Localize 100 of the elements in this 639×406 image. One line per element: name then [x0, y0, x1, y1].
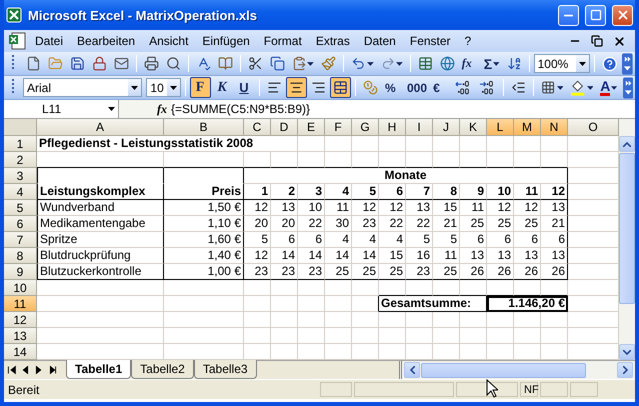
- menu-item[interactable]: ?: [458, 32, 478, 50]
- row-header[interactable]: 2: [4, 152, 37, 168]
- column-header[interactable]: G: [352, 119, 379, 136]
- row-header[interactable]: 11: [4, 296, 37, 312]
- number-format-button[interactable]: %: [382, 77, 403, 98]
- minimize-button[interactable]: [558, 4, 579, 26]
- scroll-left-button[interactable]: [404, 362, 420, 378]
- workbook-icon[interactable]: [8, 32, 28, 50]
- column-header[interactable]: O: [568, 119, 619, 136]
- bold-button[interactable]: F: [190, 77, 211, 98]
- table-cell: [325, 280, 352, 296]
- table-cell: 10: [298, 200, 325, 216]
- underline-button[interactable]: U: [234, 77, 255, 98]
- italic-button[interactable]: K: [212, 77, 233, 98]
- column-header[interactable]: N: [541, 119, 568, 136]
- number-format-button[interactable]: 000: [404, 77, 430, 98]
- table-cell: 22: [406, 216, 433, 232]
- status-indicator: NF: [520, 382, 538, 397]
- row-header[interactable]: 5: [4, 200, 37, 216]
- row-header[interactable]: 4: [4, 184, 37, 200]
- menu-item[interactable]: Format: [256, 32, 309, 50]
- number-format-button[interactable]: €: [430, 77, 452, 98]
- font-color-button[interactable]: A: [597, 77, 620, 98]
- table-cell: 11: [325, 200, 352, 216]
- column-header[interactable]: A: [37, 119, 164, 136]
- toolbar-grip-icon[interactable]: [12, 52, 15, 72]
- table-cell: 12: [244, 248, 271, 264]
- row-header[interactable]: 8: [4, 248, 37, 264]
- table-cell: Wundverband: [37, 200, 164, 216]
- column-header[interactable]: J: [433, 119, 460, 136]
- toolbar-options-icon[interactable]: [622, 76, 633, 98]
- sheet-tab[interactable]: Tabelle2: [131, 360, 194, 379]
- sheet-tab[interactable]: Tabelle3: [194, 360, 257, 379]
- menu-item[interactable]: Bearbeiten: [70, 32, 142, 50]
- column-header[interactable]: L: [487, 119, 514, 136]
- align-center-button[interactable]: [286, 77, 307, 98]
- table-cell: [352, 280, 379, 296]
- toolbar-options-icon[interactable]: [622, 52, 634, 74]
- column-header[interactable]: E: [298, 119, 325, 136]
- close-icon[interactable]: [613, 34, 626, 48]
- restore-icon[interactable]: [591, 35, 603, 47]
- table-cell: 5: [406, 232, 433, 248]
- vertical-scrollbar[interactable]: [619, 119, 635, 360]
- status-panel: [570, 382, 598, 397]
- column-header[interactable]: K: [460, 119, 487, 136]
- table-cell: 23: [244, 264, 271, 280]
- clipboard-icon: [292, 56, 306, 71]
- row-header[interactable]: 7: [4, 232, 37, 248]
- column-header[interactable]: F: [325, 119, 352, 136]
- table-cell: 7: [406, 184, 433, 200]
- function-button[interactable]: fx: [458, 53, 480, 74]
- row-header[interactable]: 3: [4, 168, 37, 184]
- column-header[interactable]: M: [514, 119, 541, 136]
- menu-item[interactable]: Datei: [28, 32, 70, 50]
- sheet-tab[interactable]: Tabelle1: [66, 360, 132, 379]
- table-cell: 5: [352, 184, 379, 200]
- menu-item[interactable]: Daten: [356, 32, 403, 50]
- table-cell: 13: [460, 248, 487, 264]
- row-header[interactable]: 1: [4, 136, 37, 152]
- close-button[interactable]: [612, 4, 633, 26]
- column-header[interactable]: I: [406, 119, 433, 136]
- row-header[interactable]: 6: [4, 216, 37, 232]
- table-cell: 25: [433, 264, 460, 280]
- grid-icon: [541, 80, 556, 95]
- menu-item[interactable]: Extras: [308, 32, 357, 50]
- autosum-button[interactable]: Σ: [480, 53, 503, 74]
- column-header[interactable]: H: [379, 119, 406, 136]
- table-cell: 14: [352, 248, 379, 264]
- toolbar-grip-icon[interactable]: [12, 76, 15, 96]
- column-header[interactable]: D: [271, 119, 298, 136]
- column-header[interactable]: C: [244, 119, 271, 136]
- zoom-dropdown[interactable]: 100%: [534, 54, 590, 73]
- row-header[interactable]: 9: [4, 264, 37, 280]
- font-size-dropdown[interactable]: 10: [146, 78, 181, 97]
- table-cell: [406, 312, 433, 328]
- row-header[interactable]: 12: [4, 312, 37, 328]
- merge-center-button[interactable]: [330, 77, 351, 98]
- menu-item[interactable]: Fenster: [402, 32, 458, 50]
- table-cell: 21: [433, 216, 460, 232]
- undo-icon: [351, 56, 366, 71]
- row-header[interactable]: 10: [4, 280, 37, 296]
- insert-function-label[interactable]: fx: [157, 102, 167, 116]
- table-cell: [244, 280, 271, 296]
- copy-icon: [270, 56, 285, 71]
- scroll-down-button[interactable]: [619, 344, 635, 360]
- font-dropdown[interactable]: Arial: [23, 78, 142, 97]
- horizontal-scrollbar[interactable]: [399, 361, 635, 379]
- scrollbar-thumb[interactable]: [421, 362, 586, 378]
- menu-item[interactable]: Ansicht: [142, 32, 196, 50]
- name-box[interactable]: L11: [4, 100, 119, 118]
- maximize-button[interactable]: [585, 4, 606, 26]
- menu-item[interactable]: Einfügen: [195, 32, 257, 50]
- scroll-up-button[interactable]: [619, 136, 635, 152]
- column-header[interactable]: B: [164, 119, 244, 136]
- scroll-right-button[interactable]: [617, 362, 633, 378]
- status-text: Bereit: [8, 382, 40, 396]
- row-header[interactable]: 14: [4, 344, 37, 360]
- scrollbar-thumb[interactable]: [619, 153, 635, 304]
- row-header[interactable]: 13: [4, 328, 37, 344]
- formula-field[interactable]: {=SUMME(C5:N9*B5:B9)}: [171, 100, 635, 118]
